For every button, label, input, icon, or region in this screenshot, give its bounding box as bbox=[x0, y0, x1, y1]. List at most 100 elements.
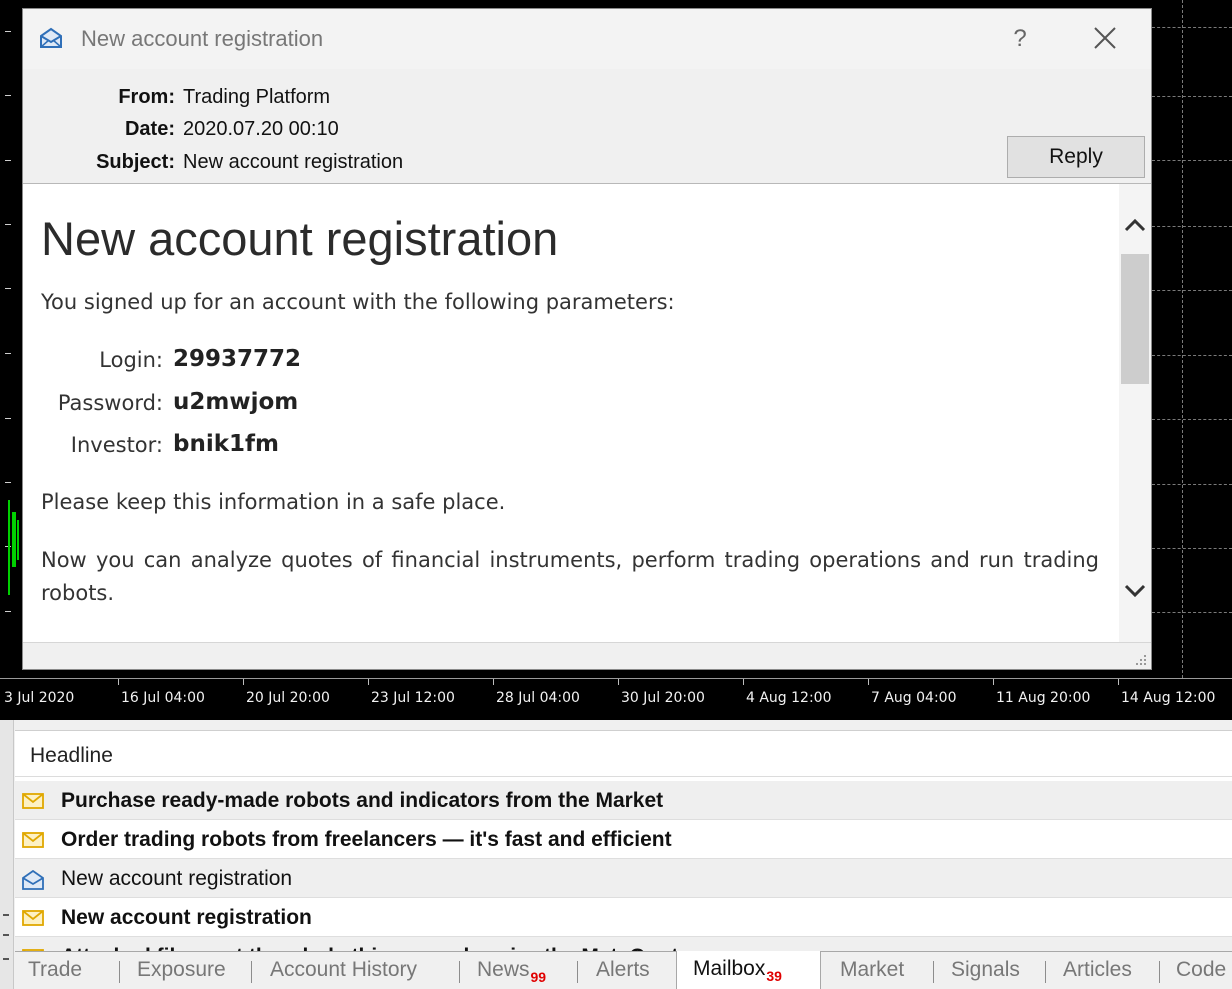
tab-label: Alerts bbox=[596, 958, 650, 981]
tab-separator bbox=[459, 961, 460, 983]
vertical-scrollbar[interactable] bbox=[1119, 184, 1151, 642]
time-label: 16 Jul 04:00 bbox=[121, 690, 205, 706]
time-tick bbox=[743, 679, 744, 685]
tab-label: News bbox=[477, 958, 530, 981]
headline-header-label: Headline bbox=[30, 744, 113, 767]
mail-row[interactable]: Purchase ready-made robots and indicator… bbox=[15, 781, 1232, 820]
chevron-up-icon bbox=[1124, 218, 1146, 232]
mail-row[interactable]: Order trading robots from freelancers — … bbox=[15, 820, 1232, 859]
tab-label: Exposure bbox=[137, 958, 226, 981]
open-envelope-icon bbox=[39, 27, 63, 49]
mail-row[interactable]: New account registration bbox=[15, 859, 1232, 898]
chart-grid-line bbox=[1152, 548, 1232, 549]
scroll-down-button[interactable] bbox=[1119, 570, 1151, 610]
open-envelope-icon bbox=[22, 869, 44, 890]
toolbox-tab-bar: Trade Exposure Account History News99 Al… bbox=[15, 951, 1232, 989]
dialog-status-strip bbox=[23, 642, 1151, 669]
tab-market[interactable]: Market bbox=[840, 952, 904, 989]
time-tick bbox=[618, 679, 619, 685]
date-value: 2020.07.20 00:10 bbox=[183, 118, 339, 140]
mail-row[interactable]: New account registration bbox=[15, 898, 1232, 937]
closed-envelope-icon bbox=[22, 792, 44, 810]
time-label: 7 Aug 04:00 bbox=[871, 690, 957, 706]
tab-label: Account History bbox=[270, 958, 418, 981]
tab-news[interactable]: News99 bbox=[477, 952, 546, 989]
date-label: Date: bbox=[124, 118, 175, 140]
tab-label: Trade bbox=[28, 958, 83, 981]
investor-value: bnik1fm bbox=[173, 431, 279, 457]
chart-grid-line bbox=[1152, 355, 1232, 356]
tab-label: Mailbox bbox=[693, 957, 766, 980]
investor-label: Investor: bbox=[70, 433, 163, 457]
time-tick bbox=[243, 679, 244, 685]
tab-signals[interactable]: Signals bbox=[951, 952, 1020, 989]
time-axis: 3 Jul 2020 16 Jul 04:00 20 Jul 20:00 23 … bbox=[0, 678, 1232, 720]
chart-tick bbox=[5, 160, 11, 161]
toolbox-side-handle[interactable] bbox=[0, 720, 14, 989]
time-label: 23 Jul 12:00 bbox=[371, 690, 455, 706]
chart-grid-line bbox=[1182, 0, 1183, 678]
password-label: Password: bbox=[57, 391, 163, 415]
tab-mailbox[interactable]: Mailbox39 bbox=[676, 951, 821, 989]
from-value: Trading Platform bbox=[183, 86, 331, 108]
time-tick bbox=[868, 679, 869, 685]
edge-mark bbox=[3, 958, 9, 960]
mail-dialog: New account registration ? From: Trading… bbox=[22, 8, 1152, 670]
dialog-title: New account registration bbox=[81, 26, 324, 51]
time-tick bbox=[993, 679, 994, 685]
subject-value: New account registration bbox=[183, 151, 404, 173]
tab-articles[interactable]: Articles bbox=[1063, 952, 1132, 989]
mailbox-count-badge: 39 bbox=[766, 968, 782, 984]
resize-grip-icon[interactable] bbox=[1133, 652, 1147, 666]
reply-button[interactable]: Reply bbox=[1007, 136, 1145, 178]
chart-tick bbox=[5, 418, 11, 419]
tab-separator bbox=[1045, 961, 1046, 983]
subject-label: Subject: bbox=[96, 151, 175, 173]
tab-alerts[interactable]: Alerts bbox=[596, 952, 650, 989]
tab-label: Signals bbox=[951, 958, 1020, 981]
chart-grid-line bbox=[1152, 27, 1232, 28]
login-value: 29937772 bbox=[173, 346, 302, 372]
chart-tick bbox=[5, 95, 11, 96]
chart-grid-line bbox=[1152, 96, 1232, 97]
from-label: From: bbox=[118, 86, 175, 108]
tab-separator bbox=[933, 961, 934, 983]
time-tick bbox=[1118, 679, 1119, 685]
scroll-thumb[interactable] bbox=[1121, 254, 1149, 384]
tab-trade[interactable]: Trade bbox=[28, 952, 82, 989]
tab-code-base[interactable]: Code Base bbox=[1176, 952, 1232, 989]
mail-row-headline: New account registration bbox=[61, 906, 312, 929]
tab-label: Code Base bbox=[1176, 958, 1232, 981]
time-label: 28 Jul 04:00 bbox=[496, 690, 580, 706]
time-label: 20 Jul 20:00 bbox=[246, 690, 330, 706]
help-button[interactable]: ? bbox=[1003, 23, 1037, 55]
tab-separator bbox=[251, 961, 252, 983]
edge-mark bbox=[3, 934, 9, 936]
time-label: 3 Jul 2020 bbox=[4, 690, 75, 706]
mail-row-headline: New account registration bbox=[61, 867, 293, 890]
message-heading: New account registration bbox=[41, 212, 559, 265]
closed-envelope-icon bbox=[22, 831, 44, 849]
mailbox-list: Headline Purchase ready-made robots and … bbox=[15, 730, 1232, 955]
news-count-badge: 99 bbox=[530, 969, 547, 985]
time-label: 4 Aug 12:00 bbox=[746, 690, 832, 706]
tab-account-history[interactable]: Account History bbox=[270, 952, 417, 989]
close-icon bbox=[1094, 27, 1116, 49]
closing-paragraph: Now you can analyze quotes of financial … bbox=[41, 548, 1099, 605]
scroll-up-button[interactable] bbox=[1119, 206, 1151, 246]
time-tick bbox=[493, 679, 494, 685]
safe-note: Please keep this information in a safe p… bbox=[41, 490, 506, 514]
chart-tick bbox=[5, 288, 11, 289]
message-body[interactable]: New account registration You signed up f… bbox=[23, 183, 1151, 642]
time-label: 30 Jul 20:00 bbox=[621, 690, 705, 706]
chart-candle bbox=[17, 520, 19, 560]
close-button[interactable] bbox=[1086, 21, 1124, 57]
time-label: 11 Aug 20:00 bbox=[996, 690, 1091, 706]
headline-column-header[interactable]: Headline bbox=[15, 731, 1232, 777]
tab-exposure[interactable]: Exposure bbox=[137, 952, 226, 989]
chart-tick bbox=[5, 224, 11, 225]
chevron-down-icon bbox=[1124, 584, 1146, 598]
mail-row-headline: Order trading robots from freelancers — … bbox=[61, 828, 672, 851]
chart-candle bbox=[8, 500, 10, 595]
dialog-titlebar[interactable]: New account registration ? bbox=[23, 9, 1151, 69]
